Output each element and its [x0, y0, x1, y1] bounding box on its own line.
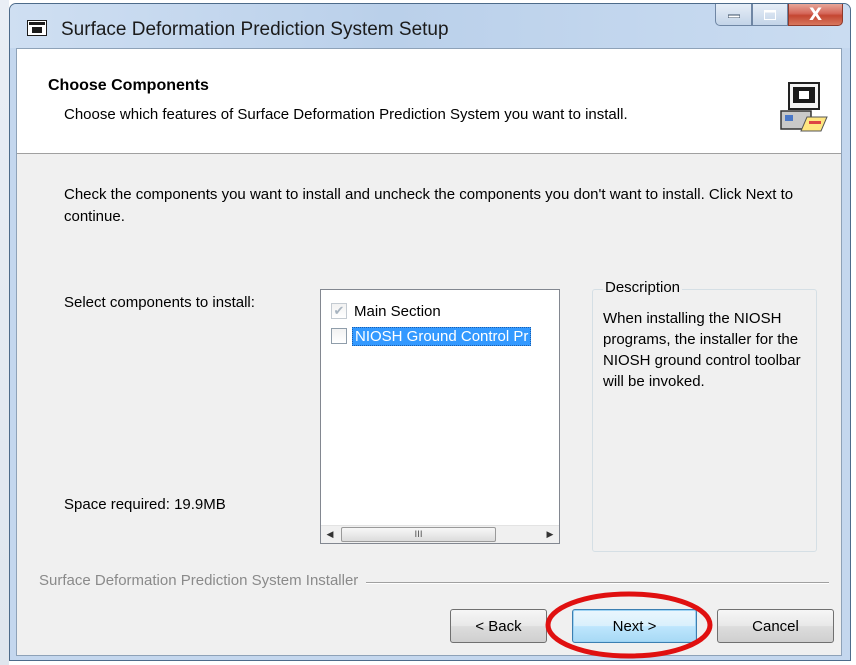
scroll-right-button[interactable]: ▶ [541, 526, 559, 543]
maximize-button[interactable] [752, 4, 788, 26]
maximize-icon [764, 9, 776, 20]
page-title: Choose Components [48, 77, 209, 94]
back-button[interactable]: < Back [450, 609, 547, 643]
instructions-text: Check the components you want to install… [64, 186, 794, 225]
checkbox-main-section[interactable]: ✔ [331, 303, 347, 319]
select-components-label: Select components to install: [64, 294, 255, 311]
minimize-icon [727, 14, 740, 18]
setup-window: Surface Deformation Prediction System Se… [9, 3, 851, 661]
close-button[interactable]: X [788, 4, 843, 26]
arrow-left-icon: ◀ [326, 529, 334, 540]
scroll-left-button[interactable]: ◀ [321, 526, 339, 543]
installer-app-icon [27, 20, 47, 36]
component-label: Main Section [354, 302, 441, 320]
close-icon: X [808, 4, 823, 25]
description-groupbox: Description When installing the NIOSH pr… [592, 279, 817, 552]
scroll-thumb[interactable]: III [341, 527, 496, 542]
title-bar[interactable]: Surface Deformation Prediction System Se… [10, 4, 850, 48]
installer-computer-icon [780, 82, 828, 132]
components-tree[interactable]: ✔ Main Section NIOSH Ground Control Pr ◀… [320, 289, 560, 544]
installer-branding-text: Surface Deformation Prediction System In… [39, 572, 367, 589]
next-button[interactable]: Next > [572, 609, 697, 643]
window-title: Surface Deformation Prediction System Se… [61, 19, 449, 40]
desktop-background [0, 0, 9, 665]
component-item-niosh-ground-control[interactable]: NIOSH Ground Control Pr [331, 325, 532, 347]
space-required-label: Space required: 19.9MB [64, 496, 226, 513]
minimize-button[interactable] [715, 4, 752, 26]
checkbox-niosh-ground-control[interactable] [331, 328, 347, 344]
grip-icon: III [414, 529, 423, 540]
description-legend: Description [603, 279, 683, 296]
page-subtitle: Choose which features of Surface Deforma… [64, 106, 628, 123]
component-label: NIOSH Ground Control Pr [352, 326, 532, 346]
page-header: Choose Components Choose which features … [17, 49, 841, 154]
caption-buttons: X [715, 4, 843, 26]
cancel-button[interactable]: Cancel [717, 609, 834, 643]
horizontal-scrollbar[interactable]: ◀ III ▶ [321, 525, 559, 543]
dialog-client-area: Choose Components Choose which features … [16, 48, 842, 659]
arrow-right-icon: ▶ [546, 529, 554, 540]
component-item-main-section[interactable]: ✔ Main Section [331, 300, 443, 322]
description-text: When installing the NIOSH programs, the … [603, 310, 801, 390]
